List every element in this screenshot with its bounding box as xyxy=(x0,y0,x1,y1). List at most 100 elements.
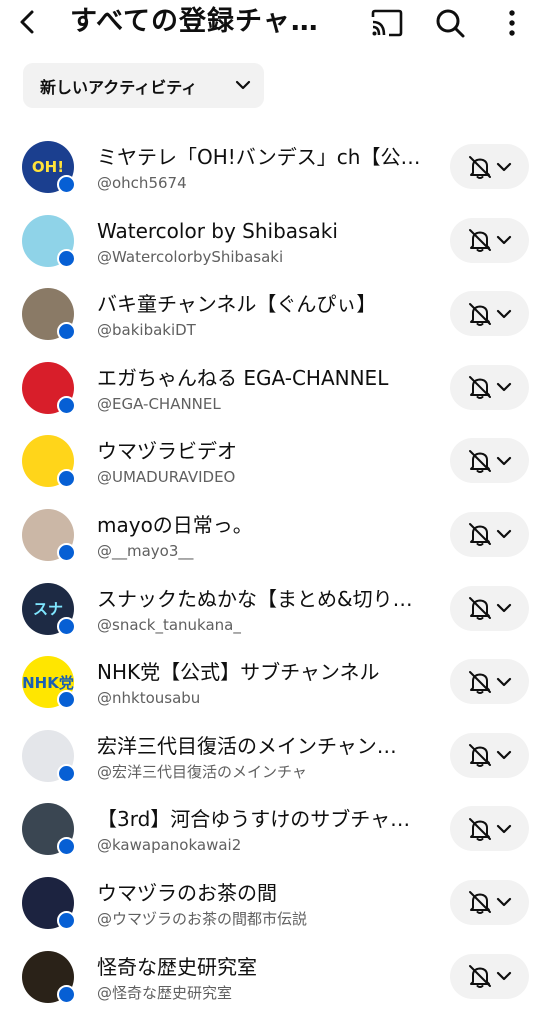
chevron-down-icon xyxy=(496,383,511,392)
channel-avatar-wrap: スナ xyxy=(22,582,76,636)
channel-name[interactable]: NHK党【公式】サブチャンネル xyxy=(97,659,427,685)
bell-off-icon xyxy=(468,376,491,400)
notification-settings-button[interactable] xyxy=(450,806,529,852)
notification-settings-button[interactable] xyxy=(450,291,529,337)
notification-settings-button[interactable] xyxy=(450,879,529,925)
chevron-down-icon xyxy=(496,824,511,833)
chevron-down-icon xyxy=(496,677,511,686)
channel-name[interactable]: 宏洋三代目復活のメインチャン… xyxy=(97,733,427,759)
channel-handle: @nhktousabu xyxy=(97,689,201,708)
more-vertical-icon xyxy=(509,10,515,36)
notification-settings-button[interactable] xyxy=(450,217,529,263)
channel-handle: @__mayo3__ xyxy=(97,541,194,560)
channel-avatar-wrap: NHK党 xyxy=(22,656,76,710)
channel-avatar-wrap xyxy=(22,288,76,342)
back-button[interactable] xyxy=(10,2,46,42)
avatar-text: スナ xyxy=(32,600,63,619)
channel-avatar-wrap xyxy=(22,729,76,783)
notification-settings-button[interactable] xyxy=(450,438,529,484)
search-icon xyxy=(436,9,465,38)
channel-avatar-wrap xyxy=(22,508,76,562)
arrow-left-icon xyxy=(20,10,34,34)
chevron-down-icon xyxy=(496,751,511,760)
channel-name[interactable]: mayoの日常っ。 xyxy=(97,512,427,538)
bell-off-icon xyxy=(468,817,491,841)
notification-settings-button[interactable] xyxy=(450,585,529,631)
channel-handle: @snack_tanukana_ xyxy=(97,615,241,634)
bell-off-icon xyxy=(468,229,491,253)
avatar-text: OH! xyxy=(31,158,65,176)
channel-row[interactable]: OH! ミヤテレ「OH!バンデス」ch【公… @ohch5674 xyxy=(0,130,551,204)
bell-off-icon xyxy=(468,744,491,768)
subscription-list: OH! ミヤテレ「OH!バンデス」ch【公… @ohch5674 Waterco… xyxy=(0,130,551,1013)
chevron-down-icon xyxy=(496,162,511,171)
channel-avatar-wrap xyxy=(22,876,76,930)
channel-name[interactable]: Watercolor by Shibasaki xyxy=(97,218,427,244)
new-content-dot xyxy=(57,322,76,342)
new-content-dot xyxy=(57,616,76,636)
bell-off-icon xyxy=(468,670,491,694)
search-button[interactable] xyxy=(431,4,469,42)
chevron-down-icon xyxy=(496,235,511,245)
channel-handle: @EGA-CHANNEL xyxy=(97,394,221,413)
new-content-dot xyxy=(57,763,76,783)
notification-settings-button[interactable] xyxy=(450,364,529,410)
notification-settings-button[interactable] xyxy=(450,659,529,705)
channel-row[interactable]: NHK党 NHK党【公式】サブチャンネル @nhktousabu xyxy=(0,645,551,719)
channel-name[interactable]: バキ童チャンネル【ぐんぴぃ】 xyxy=(97,291,427,317)
notification-settings-button[interactable] xyxy=(450,511,529,557)
channel-avatar-wrap xyxy=(22,361,76,415)
bell-off-icon xyxy=(468,891,491,915)
chevron-down-icon xyxy=(496,456,511,465)
channel-row[interactable]: mayoの日常っ。 @__mayo3__ xyxy=(0,498,551,572)
new-content-dot xyxy=(57,175,76,194)
channel-row[interactable]: エガちゃんねる EGA-CHANNEL @EGA-CHANNEL xyxy=(0,351,551,425)
channel-handle: @WatercolorbyShibasaki xyxy=(97,247,284,266)
chevron-down-icon xyxy=(496,971,511,981)
channel-name[interactable]: 怪奇な歴史研究室 xyxy=(97,954,427,980)
new-content-dot xyxy=(57,690,76,710)
notification-settings-button[interactable] xyxy=(450,953,529,999)
channel-row[interactable]: 怪奇な歴史研究室 @怪奇な歴史研究室 xyxy=(0,940,551,1013)
channel-row[interactable]: Watercolor by Shibasaki @WatercolorbyShi… xyxy=(0,204,551,278)
bell-off-icon xyxy=(468,155,491,179)
channel-row[interactable]: 宏洋三代目復活のメインチャン… @宏洋三代目復活のメインチャ xyxy=(0,719,551,793)
channel-row[interactable]: ウマヅラのお茶の間 @ウマヅラのお茶の間都市伝説 xyxy=(0,866,551,940)
chevron-down-icon xyxy=(496,898,511,907)
sort-filter-label: 新しいアクティビティ xyxy=(40,77,198,97)
channel-name[interactable]: ウマヅラビデオ xyxy=(97,438,427,464)
bell-off-icon xyxy=(468,302,491,326)
channel-row[interactable]: バキ童チャンネル【ぐんぴぃ】 @bakibakiDT xyxy=(0,277,551,351)
cast-icon xyxy=(371,9,403,37)
new-content-dot xyxy=(57,469,76,489)
chevron-down-icon xyxy=(496,309,511,318)
channel-name[interactable]: ミヤテレ「OH!バンデス」ch【公… xyxy=(97,144,427,170)
chevron-down-icon xyxy=(235,80,251,90)
channel-row[interactable]: ウマヅラビデオ @UMADURAVIDEO xyxy=(0,424,551,498)
channel-name[interactable]: 【3rd】河合ゆうすけのサブチャ… xyxy=(97,806,427,832)
channel-row[interactable]: スナ スナックたぬかな【まとめ&切り… @snack_tanukana_ xyxy=(0,572,551,646)
notification-settings-button[interactable] xyxy=(450,732,529,778)
sort-filter-chip[interactable]: 新しいアクティビティ xyxy=(23,63,264,108)
channel-handle: @kawapanokawai2 xyxy=(97,836,242,855)
channel-row[interactable]: 【3rd】河合ゆうすけのサブチャ… @kawapanokawai2 xyxy=(0,792,551,866)
new-content-dot xyxy=(57,542,76,562)
channel-name[interactable]: ウマヅラのお茶の間 xyxy=(97,880,427,906)
channel-handle: @bakibakiDT xyxy=(97,321,196,340)
channel-handle: @ohch5674 xyxy=(97,174,187,192)
channel-name[interactable]: エガちゃんねる EGA-CHANNEL xyxy=(97,365,427,391)
channel-avatar-wrap: OH! xyxy=(22,141,76,194)
channel-name[interactable]: スナックたぬかな【まとめ&切り… xyxy=(97,586,427,612)
cast-button[interactable] xyxy=(368,4,406,42)
bell-off-icon xyxy=(468,597,491,621)
channel-avatar-wrap xyxy=(22,435,76,489)
more-options-button[interactable] xyxy=(493,4,531,42)
bell-off-icon xyxy=(468,965,491,989)
bell-off-icon xyxy=(468,449,491,473)
new-content-dot xyxy=(57,395,76,415)
channel-handle: @UMADURAVIDEO xyxy=(97,468,236,487)
new-content-dot xyxy=(57,910,76,930)
notification-settings-button[interactable] xyxy=(450,144,529,189)
new-content-dot xyxy=(57,248,76,268)
bell-off-icon xyxy=(468,523,491,547)
